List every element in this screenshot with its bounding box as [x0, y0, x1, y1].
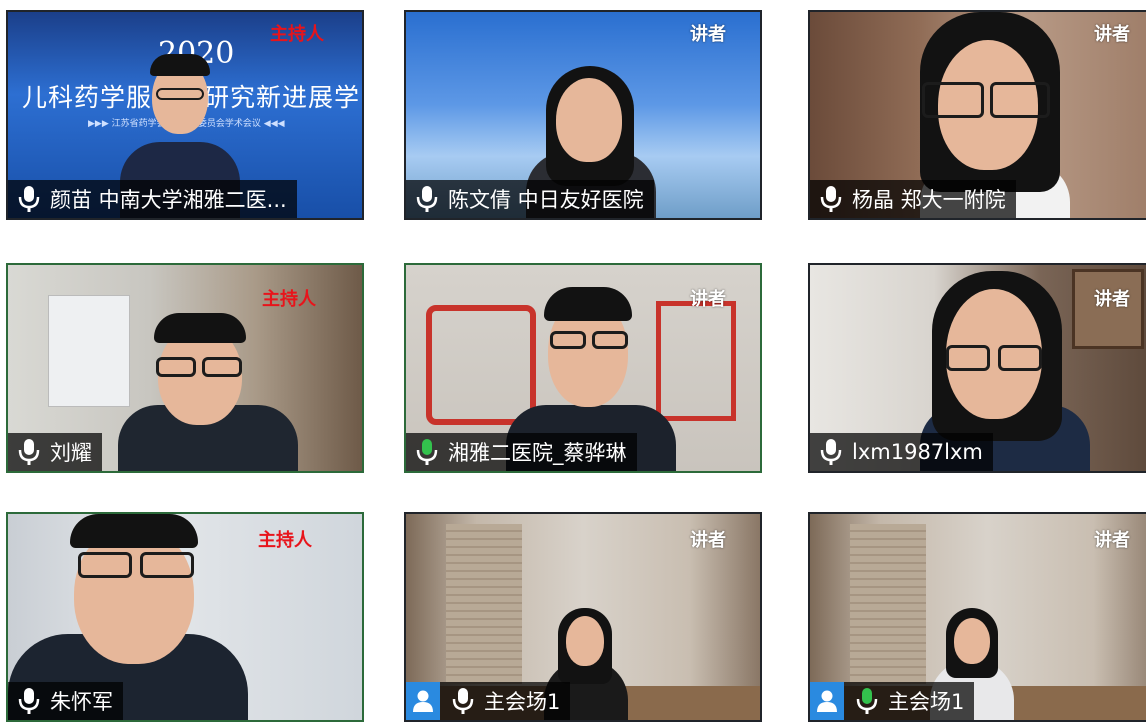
participant-name-bar: lxm1987lxm [810, 433, 993, 471]
video-tile[interactable]: 讲者 杨晶 郑大一附院 [808, 10, 1146, 220]
microphone-icon[interactable] [16, 437, 42, 467]
video-tile[interactable]: 讲者 主会场1 [808, 512, 1146, 722]
role-label: 主持人 [262, 289, 316, 310]
role-label: 讲者 [1094, 530, 1130, 551]
participant-name: 杨晶 郑大一附院 [852, 188, 1006, 212]
video-tile[interactable]: 2020 儿科药学服务与研究新进展学习班 ▶▶▶ 江苏省药学会 ... 专业委员… [6, 10, 364, 220]
participant-name: lxm1987lxm [852, 440, 983, 464]
user-avatar-icon [406, 682, 440, 720]
role-label: 讲者 [690, 24, 726, 45]
microphone-icon[interactable] [818, 437, 844, 467]
microphone-icon[interactable] [414, 437, 440, 467]
participant-name: 主会场1 [888, 690, 965, 714]
microphone-icon[interactable] [16, 686, 42, 716]
participant-name: 湘雅二医院_蔡骅琳 [448, 441, 627, 465]
participant-name-bar: 朱怀军 [8, 682, 123, 720]
video-tile[interactable]: 讲者 lxm1987lxm [808, 263, 1146, 473]
participant-name-bar: 陈文倩 中日友好医院 [406, 180, 654, 218]
microphone-icon[interactable] [854, 686, 880, 716]
video-tile[interactable]: 主持人 朱怀军 [6, 512, 364, 722]
microphone-icon[interactable] [414, 184, 440, 214]
user-avatar-icon [810, 682, 844, 720]
microphone-icon[interactable] [450, 686, 476, 716]
video-tile[interactable]: 主持人 刘耀 [6, 263, 364, 473]
video-tile[interactable]: 讲者 湘雅二医院_蔡骅琳 [404, 263, 762, 473]
participant-name-bar: 颜苗 中南大学湘雅二医... [8, 180, 297, 218]
participant-name-bar: 杨晶 郑大一附院 [810, 180, 1016, 218]
microphone-icon[interactable] [818, 184, 844, 214]
role-label: 主持人 [258, 530, 312, 551]
participant-name-bar: 湘雅二医院_蔡骅琳 [406, 433, 637, 471]
video-tile[interactable]: 讲者 主会场1 [404, 512, 762, 722]
participant-name-bar: 主会场1 [406, 682, 571, 720]
participant-name: 朱怀军 [50, 690, 113, 714]
participant-name: 陈文倩 中日友好医院 [448, 188, 644, 212]
participant-name: 主会场1 [484, 690, 561, 714]
role-label: 讲者 [1094, 289, 1130, 310]
role-label: 讲者 [1094, 24, 1130, 45]
participant-name-bar: 刘耀 [8, 433, 102, 471]
microphone-icon[interactable] [16, 184, 42, 214]
role-label: 主持人 [270, 24, 324, 45]
participant-name: 颜苗 中南大学湘雅二医... [50, 188, 287, 212]
video-tile[interactable]: 讲者 陈文倩 中日友好医院 [404, 10, 762, 220]
participant-name: 刘耀 [50, 441, 92, 465]
participant-name-bar: 主会场1 [810, 682, 975, 720]
role-label: 讲者 [690, 289, 726, 310]
role-label: 讲者 [690, 530, 726, 551]
